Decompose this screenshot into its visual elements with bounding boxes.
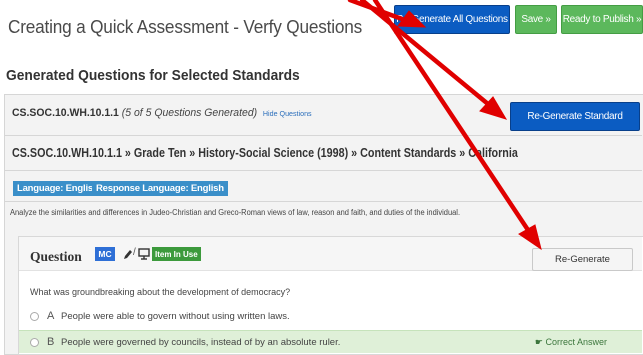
language-tag: Language: English [13,181,103,196]
regenerate-question-button[interactable]: Re-Generate [532,248,633,271]
radio-icon[interactable] [30,337,39,347]
page-title: Creating a Quick Assessment - Verfy Ques… [8,16,363,37]
question-text: What was groundbreaking about the develo… [30,287,291,297]
standard-code: CS.SOC.10.WH.10.1.1 [12,107,119,119]
divider [4,170,642,171]
save-button[interactable]: Save » [515,5,557,34]
thumbs-up-icon: ☛ [534,336,543,347]
slash-separator: / [133,247,136,258]
correct-answer-label: ☛ Correct Answer [535,337,607,348]
standard-header: CS.SOC.10.WH.10.1.1 (5 of 5 Questions Ge… [12,107,312,119]
item-in-use-badge: Item In Use [152,247,201,261]
correct-answer-text: Correct Answer [545,336,607,347]
ready-to-publish-button[interactable]: Ready to Publish » [561,5,643,34]
question-label: Question [30,249,82,264]
divider [4,135,642,136]
regenerate-standard-button[interactable]: Re-Generate Standard [510,102,640,131]
answer-letter: B [47,336,55,348]
answer-letter: A [47,310,55,322]
standard-description: Analyze the similarities and differences… [10,208,461,217]
section-title: Generated Questions for Selected Standar… [6,67,300,84]
pencil-icon[interactable] [122,247,133,261]
answer-option[interactable]: A People were able to govern without usi… [19,305,642,327]
answer-text: People were able to govern without using… [61,310,290,322]
divider [4,201,642,202]
question-count: (5 of 5 Questions Generated) [121,107,258,119]
breadcrumb: CS.SOC.10.WH.10.1.1 » Grade Ten » Histor… [12,146,518,160]
answer-option-correct[interactable]: B People were governed by councils, inst… [19,330,642,353]
question-type-badge: MC [95,247,115,261]
answer-text: People were governed by councils, instea… [61,336,341,348]
monitor-icon[interactable] [138,247,150,261]
response-language-tag: Response Language: English [92,181,228,196]
hide-questions-link[interactable]: Hide Questions [263,109,312,118]
radio-icon[interactable] [30,311,39,321]
regenerate-all-button[interactable]: Re-Generate All Questions [394,5,510,34]
